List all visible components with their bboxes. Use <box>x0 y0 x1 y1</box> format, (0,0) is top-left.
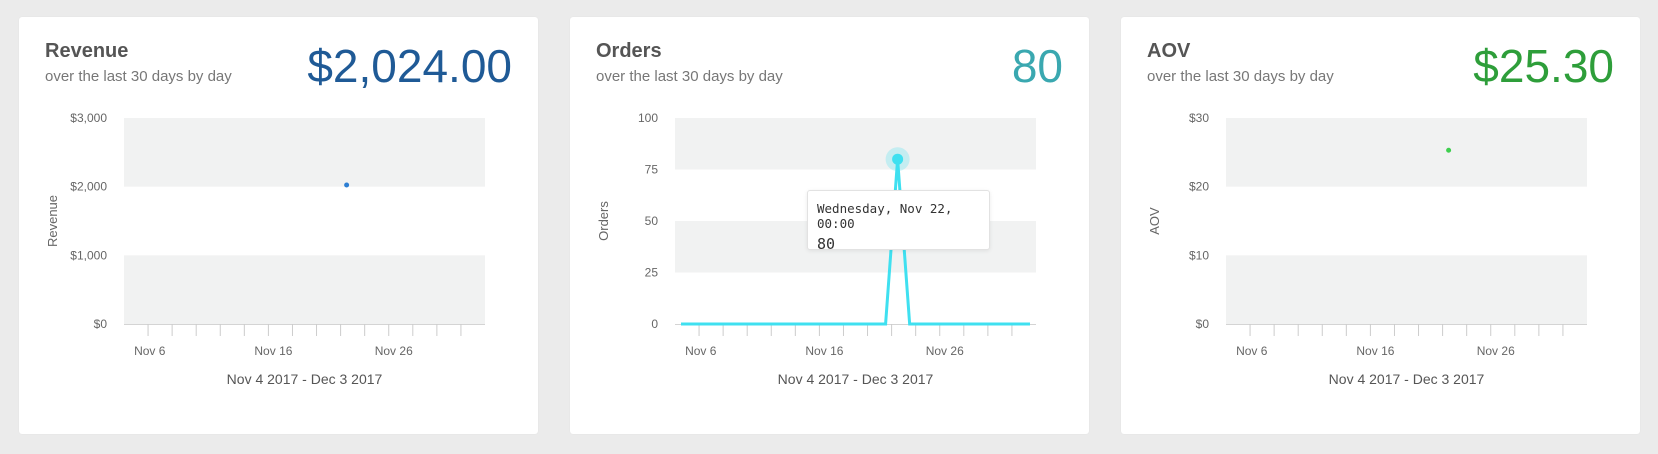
tooltip-date: Wednesday, Nov 22, 00:00 <box>817 201 953 231</box>
x-tick-label: Nov 6 <box>1236 344 1268 358</box>
aov-card: AOV over the last 30 days by day $25.30 … <box>1121 17 1640 434</box>
x-tick-label: Nov 16 <box>1356 344 1394 358</box>
x-tick-label: Nov 26 <box>926 344 964 358</box>
x-tick-label: Nov 6 <box>134 344 166 358</box>
y-tick-label: 0 <box>651 317 658 331</box>
aov-chart[interactable]: $0 $10 $20 $30 AOV Nov 6 Nov 16 Nov 26 Nov 4 201… <box>1121 17 1640 434</box>
x-axis-label: Nov 4 2017 - Dec 3 2017 <box>227 371 383 387</box>
y-tick-label: $0 <box>94 317 108 331</box>
grid-band <box>1226 118 1587 187</box>
y-tick-label: 75 <box>645 163 659 177</box>
y-tick-label: 50 <box>645 214 659 228</box>
chart-tooltip: Wednesday, Nov 22, 00:00 80 <box>807 190 990 253</box>
y-tick-label: $2,000 <box>70 180 107 194</box>
y-tick-label: $1,000 <box>70 248 107 262</box>
x-tick-label: Nov 16 <box>254 344 292 358</box>
data-point <box>1446 147 1452 153</box>
x-axis-label: Nov 4 2017 - Dec 3 2017 <box>1329 371 1485 387</box>
y-tick-label: $30 <box>1189 111 1209 125</box>
y-tick-label: $0 <box>1196 317 1210 331</box>
y-tick-label: $10 <box>1189 248 1209 262</box>
grid-band <box>675 118 1036 170</box>
x-tick-label: Nov 26 <box>375 344 413 358</box>
revenue-card: Revenue over the last 30 days by day $2,… <box>19 17 538 434</box>
y-tick-label: $3,000 <box>70 111 107 125</box>
x-tick-label: Nov 26 <box>1477 344 1515 358</box>
y-axis-label: Revenue <box>45 195 60 247</box>
x-axis-label: Nov 4 2017 - Dec 3 2017 <box>778 371 934 387</box>
x-tick-label: Nov 16 <box>805 344 843 358</box>
y-axis-label: Orders <box>596 201 611 241</box>
data-point <box>892 153 904 165</box>
y-tick-label: 25 <box>645 266 659 280</box>
grid-band <box>1226 255 1587 324</box>
revenue-chart[interactable]: $0 $1,000 $2,000 $3,000 Revenue Nov 6 Nov 16 No… <box>19 17 538 434</box>
data-point <box>344 182 350 188</box>
y-tick-label: 100 <box>638 111 658 125</box>
grid-band <box>124 118 485 187</box>
grid-band <box>124 255 485 324</box>
y-axis-label: AOV <box>1147 207 1162 235</box>
y-tick-label: $20 <box>1189 180 1209 194</box>
tooltip-value: 80 <box>817 235 836 253</box>
x-tick-label: Nov 6 <box>685 344 717 358</box>
